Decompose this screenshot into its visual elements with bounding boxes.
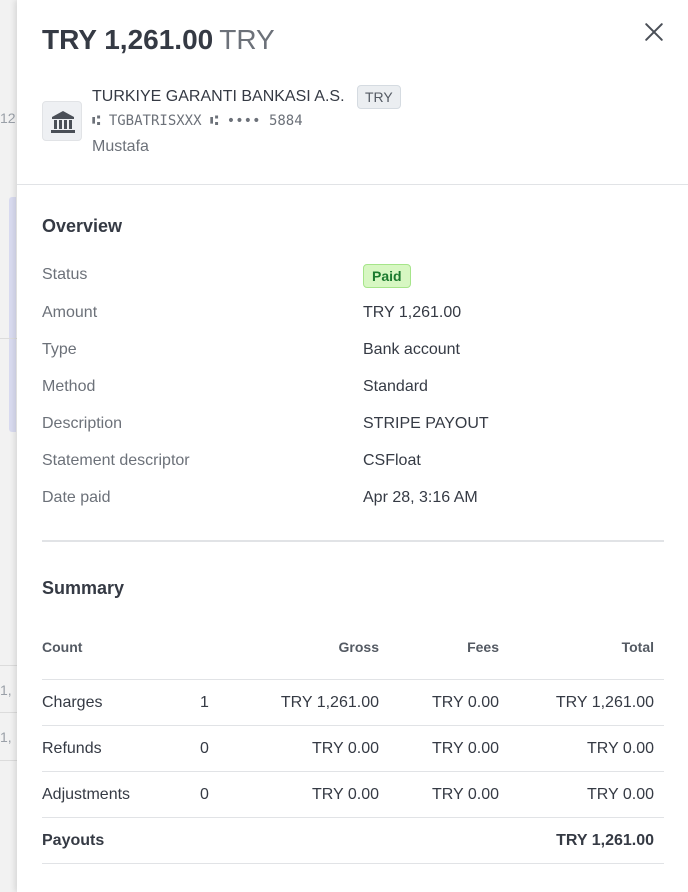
bank-icon <box>42 101 82 141</box>
row-count: 1 <box>200 694 209 711</box>
background-divider <box>0 760 18 761</box>
method-value: Standard <box>363 378 428 395</box>
row-fees: TRY 0.00 <box>431 694 499 711</box>
bank-account-number: ⑆ TGBATRISXXX ⑆ •••• 5884 <box>92 113 303 129</box>
row-total: TRY 0.00 <box>586 740 654 757</box>
column-header-count: Count <box>42 639 83 655</box>
table-row-divider <box>42 725 664 726</box>
panel-header: TRY 1,261.00 TRY TURKIYE GARANTI BANKASI … <box>17 0 688 185</box>
background-divider <box>0 338 18 339</box>
table-row-divider <box>42 817 664 818</box>
row-fees: TRY 0.00 <box>431 786 499 803</box>
statement-descriptor-label: Statement descriptor <box>42 452 190 469</box>
row-fees: TRY 0.00 <box>431 740 499 757</box>
bank-name: TURKIYE GARANTI BANKASI A.S. <box>92 88 345 105</box>
amount-currency: TRY <box>219 24 275 55</box>
type-value: Bank account <box>363 341 460 358</box>
row-total: TRY 1,261.00 <box>555 694 654 711</box>
background-divider <box>0 665 18 666</box>
table-row-divider <box>42 679 664 680</box>
status-badge: Paid <box>363 264 411 288</box>
background-text: 1, <box>0 682 12 698</box>
close-icon[interactable] <box>641 19 667 45</box>
payout-detail-panel: TRY 1,261.00 TRY TURKIYE GARANTI BANKASI … <box>17 0 688 892</box>
amount-value-field: TRY 1,261.00 <box>363 304 462 321</box>
table-row-divider <box>42 863 664 864</box>
amount-value: TRY 1,261.00 <box>42 24 214 55</box>
row-label: Refunds <box>42 740 102 757</box>
description-label: Description <box>42 415 123 432</box>
background-divider <box>0 712 18 713</box>
section-divider <box>42 540 664 542</box>
row-label: Charges <box>42 694 103 711</box>
row-label: Adjustments <box>42 786 131 803</box>
row-gross: TRY 0.00 <box>311 786 379 803</box>
row-count: 0 <box>200 740 209 757</box>
row-total: TRY 0.00 <box>586 786 654 803</box>
column-header-total: Total <box>621 639 654 655</box>
background-highlight <box>9 197 16 432</box>
background-text: 12 <box>0 110 16 126</box>
method-label: Method <box>42 378 96 395</box>
payouts-label: Payouts <box>42 832 105 849</box>
type-label: Type <box>42 341 77 358</box>
amount-label: Amount <box>42 304 98 321</box>
payouts-total: TRY 1,261.00 <box>556 832 654 849</box>
background-page <box>0 0 18 892</box>
account-holder-name: Mustafa <box>92 138 149 155</box>
background-text: 1, <box>0 729 12 745</box>
column-header-gross: Gross <box>338 639 379 655</box>
payout-amount-title: TRY 1,261.00 TRY <box>42 24 275 56</box>
currency-badge: TRY <box>357 85 401 109</box>
table-row-divider <box>42 771 664 772</box>
overview-heading: Overview <box>42 216 123 236</box>
row-gross: TRY 1,261.00 <box>280 694 379 711</box>
description-value: STRIPE PAYOUT <box>363 415 489 432</box>
statement-descriptor-value: CSFloat <box>363 452 421 469</box>
date-paid-value: Apr 28, 3:16 AM <box>363 489 478 506</box>
summary-heading: Summary <box>42 578 125 598</box>
date-paid-label: Date paid <box>42 489 111 506</box>
row-gross: TRY 0.00 <box>311 740 379 757</box>
row-count: 0 <box>200 786 209 803</box>
status-label: Status <box>42 266 88 283</box>
column-header-fees: Fees <box>467 639 499 655</box>
